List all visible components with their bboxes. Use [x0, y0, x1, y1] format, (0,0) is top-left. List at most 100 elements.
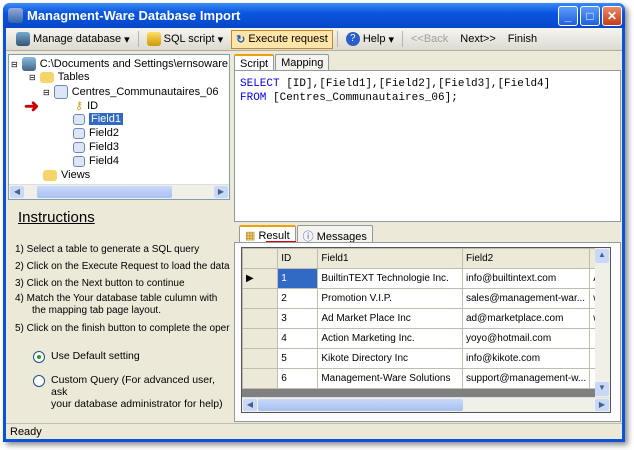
- table-cell[interactable]: Ad Market Place Inc: [317, 308, 463, 329]
- radio-label-line: Custom Query (For advanced user, ask: [51, 374, 215, 398]
- tree-views[interactable]: Views: [43, 169, 90, 181]
- red-arrow-annotation: ➜: [24, 96, 40, 116]
- field-label: Field3: [89, 141, 119, 153]
- scroll-left-icon[interactable]: ◀: [243, 399, 257, 411]
- scroll-down-icon[interactable]: ▼: [595, 382, 609, 396]
- minimize-button[interactable]: _: [558, 6, 578, 26]
- radio-default-setting[interactable]: Use Default setting: [33, 350, 140, 363]
- scroll-left-icon[interactable]: ◀: [10, 186, 24, 198]
- results-grid[interactable]: ID Field1 Field2 ▶ 1 BuiltinTEXT Technologie…: [241, 247, 611, 413]
- tree-field-3[interactable]: Field3: [73, 141, 119, 153]
- tree-views-label: Views: [61, 169, 91, 181]
- scroll-right-icon[interactable]: ▶: [214, 186, 228, 198]
- chevron-down-icon: ▾: [217, 33, 224, 46]
- instruction-step: 1) Select a table to generate a SQL quer…: [15, 244, 200, 255]
- row-header[interactable]: [242, 368, 279, 389]
- table-row[interactable]: ▶ 1 BuiltinTEXT Technologie Inc. info@built…: [242, 268, 610, 289]
- table-cell[interactable]: support@management-w...: [461, 368, 591, 389]
- tree-root[interactable]: ⊟ C:\Documents and Settings\ernsoware1\Bu: [11, 57, 230, 71]
- tree-tables[interactable]: ⊟ Tables: [29, 71, 90, 83]
- scroll-right-icon[interactable]: ▶: [595, 399, 609, 411]
- table-cell[interactable]: Kikote Directory Inc: [317, 348, 463, 369]
- next-button[interactable]: Next>>: [456, 31, 499, 47]
- tree-field-2[interactable]: Field2: [73, 127, 119, 139]
- table-row[interactable]: 4 Action Marketing Inc. yoyo@hotmail.com: [242, 328, 610, 349]
- sql-script-editor[interactable]: SELECT [ID],[Field1],[Field2],[Field3],[…: [234, 70, 621, 222]
- table-cell[interactable]: Management-Ware Solutions: [317, 368, 463, 389]
- field-label: Field4: [89, 155, 119, 167]
- column-header[interactable]: Field2: [461, 248, 591, 269]
- tree-table[interactable]: ⊟ Centres_Communautaires_06: [43, 85, 218, 99]
- database-icon: [16, 32, 30, 46]
- grid-horizontal-scrollbar[interactable]: ◀ ▶: [242, 397, 610, 412]
- row-header[interactable]: [242, 308, 279, 329]
- table-cell[interactable]: BuiltinTEXT Technologie Inc.: [317, 268, 463, 289]
- table-cell[interactable]: Promotion V.I.P.: [317, 288, 463, 309]
- tree-field-id[interactable]: ⚷ ID: [75, 99, 99, 113]
- client-area: Manage database ▾ SQL script ▾ ↻ Execute re…: [6, 28, 622, 439]
- result-panel: ID Field1 Field2 ▶ 1 BuiltinTEXT Technologie…: [234, 242, 621, 422]
- field-icon: [73, 141, 85, 153]
- corner-cell: [242, 248, 279, 269]
- radio-label: Use Default setting: [51, 350, 140, 362]
- help-icon: ?: [345, 32, 360, 46]
- database-tree[interactable]: ⊟ C:\Documents and Settings\ernsoware1\Bu…: [8, 54, 230, 200]
- table-cell[interactable]: Action Marketing Inc.: [317, 328, 463, 349]
- table-cell[interactable]: 5: [277, 348, 319, 369]
- tree-field-4[interactable]: Field4: [73, 155, 119, 167]
- table-cell[interactable]: 1: [277, 268, 319, 289]
- execute-request-button[interactable]: ↻ Execute request: [231, 29, 333, 49]
- table-row[interactable]: 6 Management-Ware Solutions support@manage…: [242, 368, 610, 389]
- row-header[interactable]: [242, 328, 279, 349]
- collapse-icon: ⊟: [43, 87, 50, 97]
- field-icon: [73, 113, 85, 125]
- collapse-icon: ⊟: [29, 72, 36, 82]
- table-cell[interactable]: sales@management-war...: [461, 288, 591, 309]
- field-icon: [73, 127, 85, 139]
- table-cell[interactable]: 3: [277, 308, 319, 329]
- help-button[interactable]: ? Help ▾: [342, 30, 398, 48]
- window-title: Managment-Ware Database Import: [27, 8, 241, 23]
- sql-line: SELECT [ID],[Field1],[Field2],[Field3],[…: [240, 77, 615, 91]
- radio-custom-query[interactable]: Custom Query (For advanced user, ask your…: [33, 374, 230, 410]
- table-cell[interactable]: ad@marketplace.com: [461, 308, 591, 329]
- table-cell[interactable]: 4: [277, 328, 319, 349]
- help-label: Help: [362, 33, 386, 45]
- table-cell[interactable]: yoyo@hotmail.com: [461, 328, 591, 349]
- finish-button[interactable]: Finish: [504, 31, 541, 47]
- sql-line: FROM [Centres_Communautaires_06];: [240, 91, 615, 105]
- table-row[interactable]: 3Ad Market Place Incad@marketplace.comw: [242, 308, 610, 329]
- instruction-step: 2) Click on the Execute Request to load …: [15, 261, 230, 272]
- close-button[interactable]: ✕: [602, 6, 622, 26]
- maximize-button[interactable]: □: [580, 6, 600, 26]
- manage-database-button[interactable]: Manage database ▾: [12, 30, 134, 48]
- tree-root-label: C:\Documents and Settings\ernsoware1\Bu: [39, 58, 230, 70]
- table-cell[interactable]: info@kikote.com: [461, 348, 591, 369]
- instruction-step: the mapping tab page layout.: [32, 305, 161, 316]
- scroll-up-icon[interactable]: ▲: [595, 249, 609, 263]
- radio-selected-icon: [33, 351, 45, 363]
- column-header[interactable]: ID: [277, 248, 319, 269]
- instruction-step: 3) Click on the Next button to continue: [15, 278, 185, 289]
- field-label: ID: [87, 99, 99, 112]
- scroll-thumb[interactable]: [37, 186, 172, 198]
- back-button[interactable]: <<Back: [407, 31, 452, 47]
- table-row[interactable]: 2 Promotion V.I.P. sales@management-war...…: [242, 288, 610, 309]
- table-cell[interactable]: 6: [277, 368, 319, 389]
- separator: [137, 31, 139, 47]
- sql-script-button[interactable]: SQL script ▾: [143, 30, 227, 48]
- table-cell[interactable]: 2: [277, 288, 319, 309]
- column-header[interactable]: Field1: [317, 248, 463, 269]
- table-row[interactable]: 5 Kikote Directory Inc info@kikote.com: [242, 348, 610, 369]
- grid-vertical-scrollbar[interactable]: ▲ ▼: [595, 248, 610, 398]
- row-header[interactable]: [242, 348, 279, 369]
- tree-horizontal-scrollbar[interactable]: ◀ ▶: [9, 184, 229, 199]
- row-header[interactable]: ▶: [242, 268, 279, 289]
- instruction-step: 4) Match the Your database table culumn …: [15, 293, 218, 304]
- scroll-thumb[interactable]: [258, 399, 463, 411]
- grid-icon: ▦: [245, 230, 256, 242]
- sql-script-label: SQL script: [163, 33, 215, 45]
- row-header[interactable]: [242, 288, 279, 309]
- tree-field-1[interactable]: Field1: [73, 113, 123, 125]
- table-cell[interactable]: info@builtintext.com: [461, 268, 591, 289]
